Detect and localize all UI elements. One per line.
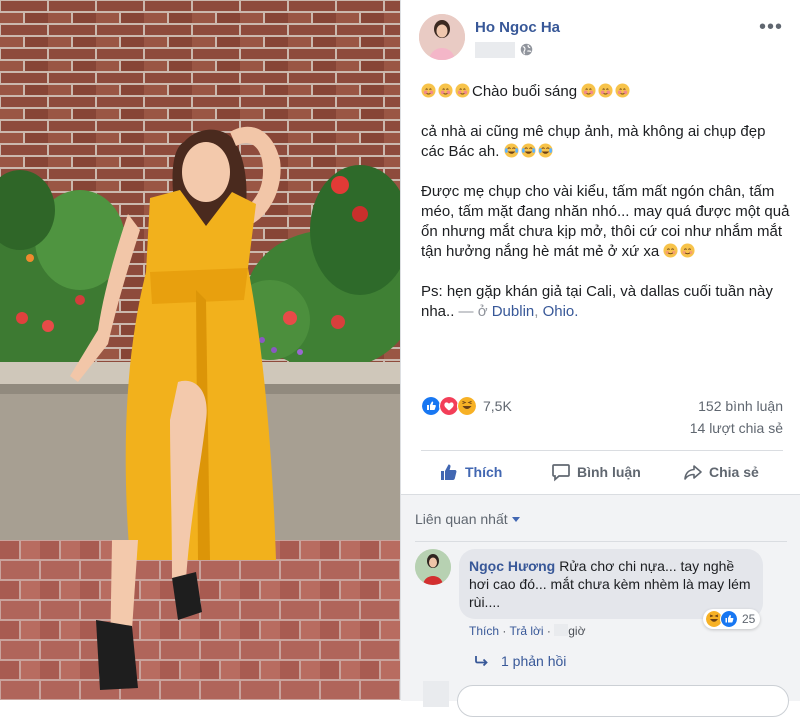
sort-label: Liên quan nhất	[415, 511, 508, 527]
location-state-link[interactable]: Ohio.	[543, 303, 579, 320]
smiling-face-with-hearts-icon	[421, 83, 436, 98]
commenter-avatar-image	[415, 549, 451, 585]
divider	[421, 450, 783, 451]
comment-actions: Thích · Trả lời · giờ	[469, 624, 585, 638]
write-comment-input[interactable]	[457, 685, 789, 717]
smiling-face-icon	[663, 243, 678, 258]
comment-time-unit: giờ	[568, 624, 586, 638]
smiling-face-with-hearts-icon	[455, 83, 470, 98]
share-label: Chia sẻ	[709, 464, 759, 480]
smiling-face-with-hearts-icon	[615, 83, 630, 98]
smiling-face-with-hearts-icon	[598, 83, 613, 98]
reaction-count[interactable]: 7,5K	[483, 398, 512, 414]
share-count[interactable]: 14 lượt chia sẻ	[690, 420, 783, 436]
comment-button[interactable]: Bình luận	[551, 452, 641, 492]
dot-separator: ·	[543, 624, 555, 638]
comment-like-link[interactable]: Thích	[469, 624, 499, 638]
thumbs-up-icon	[441, 464, 457, 480]
post-photo[interactable]	[0, 0, 400, 700]
comment-sort-dropdown[interactable]: Liên quan nhất	[415, 511, 520, 527]
post-header: Ho Ngoc Ha •••	[419, 14, 789, 64]
comment-icon	[552, 464, 570, 482]
commenter-name[interactable]: Ngọc Hương	[469, 558, 555, 574]
post-text: Chào buổi sáng cả nhà ai cũng mê chụp ản…	[421, 82, 791, 342]
comment-reply-link[interactable]: Trả lời	[509, 624, 543, 638]
haha-icon[interactable]	[457, 396, 477, 416]
globe-icon	[520, 43, 533, 56]
like-icon	[720, 610, 738, 628]
post-action-bar: Thích Bình luận Chia sẻ	[421, 452, 783, 492]
comment-reaction-count: 25	[742, 612, 756, 626]
comment-label: Bình luận	[577, 464, 641, 480]
reply-arrow-icon	[475, 656, 488, 667]
face-with-tears-of-joy-icon	[521, 143, 536, 158]
author-avatar[interactable]	[419, 14, 465, 60]
author-name[interactable]: Ho Ngoc Ha	[475, 19, 560, 36]
share-arrow-icon	[684, 465, 702, 480]
location-prefix: — ở	[454, 303, 492, 320]
location-city-link[interactable]: Dublin	[492, 303, 535, 320]
paragraph-3-text: Được mẹ chụp cho vài kiểu, tấm mất ngón …	[421, 183, 790, 260]
share-button[interactable]: Chia sẻ	[683, 452, 759, 492]
smiling-face-with-hearts-icon	[438, 83, 453, 98]
caret-down-icon	[511, 517, 520, 522]
post-panel: Ho Ngoc Ha ••• Chào buổi sáng cả nhà ai …	[400, 0, 800, 717]
comments-divider	[415, 541, 787, 542]
comment-count[interactable]: 152 bình luận	[698, 398, 783, 414]
dot-separator: ·	[499, 624, 510, 638]
more-options-icon[interactable]: •••	[759, 17, 783, 37]
face-with-tears-of-joy-icon	[504, 143, 519, 158]
smiling-face-with-hearts-icon	[581, 83, 596, 98]
face-with-tears-of-joy-icon	[538, 143, 553, 158]
replies-label: 1 phản hồi	[501, 653, 567, 669]
location-separator: ,	[534, 303, 543, 320]
smiling-face-icon	[680, 243, 695, 258]
timestamp-redacted	[475, 42, 515, 58]
photo-illustration	[0, 0, 400, 700]
love-icon[interactable]	[439, 396, 459, 416]
facebook-photo-viewer: Ho Ngoc Ha ••• Chào buổi sáng cả nhà ai …	[0, 0, 800, 717]
view-replies-link[interactable]: 1 phản hồi	[475, 653, 566, 669]
reaction-summary: 7,5K 152 bình luận 14 lượt chia sẻ	[421, 396, 783, 436]
avatar-image	[419, 14, 465, 60]
like-button[interactable]: Thích	[439, 452, 502, 492]
like-icon[interactable]	[421, 396, 441, 416]
post-paragraph-2: cả nhà ai cũng mê chụp ảnh, mà không ai …	[421, 122, 791, 162]
comments-section: Liên quan nhất Ngọc Hương Rửa chơ chi nựa…	[401, 494, 800, 717]
post-paragraph-3: Được mẹ chụp cho vài kiểu, tấm mất ngón …	[421, 182, 791, 262]
greeting-text: Chào buổi sáng	[472, 83, 578, 100]
comment-reactions[interactable]: 25	[703, 609, 761, 629]
commenter-avatar[interactable]	[415, 549, 451, 585]
current-user-avatar	[423, 681, 449, 707]
comment-time-redacted	[554, 624, 569, 636]
post-paragraph-4: Ps: hẹn gặp khán giả tại Cali, và dallas…	[421, 282, 791, 322]
paragraph-2-text: cả nhà ai cũng mê chụp ảnh, mà không ai …	[421, 123, 766, 160]
like-label: Thích	[465, 464, 503, 480]
post-paragraph-1: Chào buổi sáng	[421, 82, 791, 102]
